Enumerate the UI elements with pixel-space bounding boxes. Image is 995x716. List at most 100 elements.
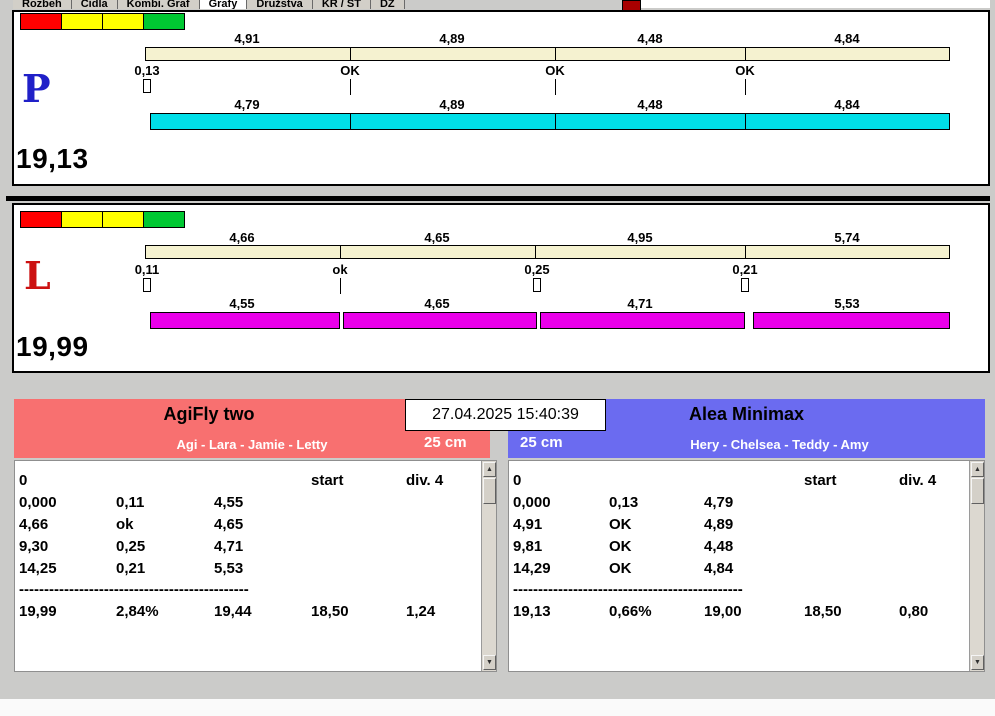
table-cell: 0,80 xyxy=(899,603,929,620)
lane-p-marker: OK xyxy=(735,63,755,78)
tab-cidla[interactable]: Cidla xyxy=(70,0,118,9)
table-cell: 9,30 xyxy=(19,538,49,555)
panel-divider xyxy=(6,196,990,201)
lane-l-split-value: 5,74 xyxy=(834,230,860,245)
table-cell: 9,81 xyxy=(513,538,543,555)
traffic-yellow-cell xyxy=(102,211,144,228)
table-cell: 0,11 xyxy=(116,494,145,511)
tab-kombi-graf[interactable]: Kombi. Graf xyxy=(116,0,200,9)
table-cell: 4,55 xyxy=(214,494,244,511)
lane-l-run-value: 4,65 xyxy=(424,296,450,311)
lane-l-marker: 0,11 xyxy=(134,262,160,277)
table-cell: 4,89 xyxy=(704,516,734,533)
lane-l-fault-mark xyxy=(533,278,541,292)
lane-p-run-value: 4,89 xyxy=(439,97,465,112)
table-cell: ok xyxy=(116,516,134,533)
timestamp: 27.04.2025 15:40:39 xyxy=(405,399,606,431)
tick-mark xyxy=(745,79,746,95)
scroll-down-icon[interactable]: ▼ xyxy=(971,655,984,670)
table-cell: 5,53 xyxy=(214,560,244,577)
team-right-category: 25 cm xyxy=(520,434,563,451)
table-cell: 19,99 xyxy=(19,603,57,620)
traffic-yellow-cell xyxy=(61,211,103,228)
lane-l-fault-mark xyxy=(143,278,151,292)
team-right-members: Hery - Chelsea - Teddy - Amy xyxy=(690,437,869,452)
lane-p-panel: 4,91 4,89 4,48 4,84 0,13 OK OK OK 4,79 4… xyxy=(12,10,990,186)
bar-divider xyxy=(555,114,556,129)
traffic-yellow-cell xyxy=(102,13,144,30)
lane-l-split-value: 4,66 xyxy=(229,230,255,245)
lane-p-split-value: 4,48 xyxy=(637,31,663,46)
tab-grafy[interactable]: Grafy xyxy=(198,0,248,9)
bottom-strip xyxy=(0,699,995,716)
table-cell: OK xyxy=(609,538,632,555)
table-cell: 18,50 xyxy=(804,603,842,620)
table-cell: 4,66 xyxy=(19,516,49,533)
table-cell: 4,71 xyxy=(214,538,244,555)
tab-dz[interactable]: DZ xyxy=(369,0,405,9)
vertical-scrollbar[interactable]: ▲ ▼ xyxy=(481,461,496,671)
lane-l-run-value: 4,71 xyxy=(627,296,653,311)
tab-kr-st[interactable]: KR / ST xyxy=(311,0,371,9)
table-cell: 2,84% xyxy=(116,603,159,620)
team-left-category: 25 cm xyxy=(424,434,467,451)
bar-divider xyxy=(350,114,351,129)
lane-l-marker: ok xyxy=(332,262,348,277)
lane-l-marker: 0,25 xyxy=(524,262,550,277)
lane-p-marker: OK xyxy=(545,63,565,78)
table-cell: div. 4 xyxy=(406,472,444,489)
tick-mark xyxy=(350,79,351,95)
team-left-members: Agi - Lara - Jamie - Letty xyxy=(176,437,328,452)
lane-l-panel: 4,66 4,65 4,95 5,74 0,11 ok 0,25 0,21 4,… xyxy=(12,203,990,373)
table-cell: OK xyxy=(609,560,632,577)
table-cell: 0,25 xyxy=(116,538,146,555)
traffic-red-cell xyxy=(20,13,62,30)
table-cell: start xyxy=(804,472,837,489)
table-cell: 4,91 xyxy=(513,516,543,533)
table-cell: OK xyxy=(609,516,632,533)
lane-l-letter: L xyxy=(24,253,51,298)
lane-l-run-value: 4,55 xyxy=(229,296,255,311)
scrollbar-thumb[interactable] xyxy=(483,478,496,504)
table-cell: 0,000 xyxy=(19,494,57,511)
lane-l-run-value: 5,53 xyxy=(834,296,860,311)
tab-druzstva[interactable]: Družstva xyxy=(246,0,313,9)
bar-divider xyxy=(350,48,351,60)
bar-divider xyxy=(745,114,746,129)
tick-mark xyxy=(555,79,556,95)
lane-p-run-bar xyxy=(150,113,950,130)
scrollbar-thumb[interactable] xyxy=(971,478,984,504)
lane-l-run-bar-segment xyxy=(150,312,340,329)
table-cell: 4,84 xyxy=(704,560,734,577)
lane-l-split-value: 4,65 xyxy=(424,230,450,245)
table-cell: 14,29 xyxy=(513,560,551,577)
lane-l-run-bar-segment xyxy=(540,312,745,329)
team-left-name: AgiFly two xyxy=(163,404,255,424)
lane-p-run-value: 4,84 xyxy=(834,97,860,112)
traffic-green-cell xyxy=(143,13,185,30)
tab-rozbeh[interactable]: Rozbeh xyxy=(13,0,72,9)
tick-mark xyxy=(340,278,341,294)
scroll-up-icon[interactable]: ▲ xyxy=(483,462,496,477)
bar-divider xyxy=(555,48,556,60)
top-white-strip xyxy=(641,0,990,8)
traffic-green-cell xyxy=(143,211,185,228)
lane-p-run-value: 4,48 xyxy=(637,97,663,112)
scroll-up-icon[interactable]: ▲ xyxy=(971,462,984,477)
bar-divider xyxy=(340,246,341,258)
table-cell: 0 xyxy=(19,472,28,489)
lane-p-split-value: 4,89 xyxy=(439,31,465,46)
table-cell: 1,24 xyxy=(406,603,436,620)
lane-l-scale-bar xyxy=(145,245,950,259)
tab-bar: Rozbeh Cidla Kombi. Graf Grafy Družstva … xyxy=(13,0,405,9)
vertical-scrollbar[interactable]: ▲ ▼ xyxy=(969,461,984,671)
lane-p-start-mark xyxy=(143,79,151,93)
table-cell: 14,25 xyxy=(19,560,57,577)
lane-p-run-value: 4,79 xyxy=(234,97,260,112)
lane-p-split-value: 4,91 xyxy=(234,31,260,46)
traffic-light-p xyxy=(20,13,185,30)
traffic-yellow-cell xyxy=(61,13,103,30)
lane-p-total: 19,13 xyxy=(16,143,89,174)
team-right-results-table: 0 start div. 4 0,000 0,13 4,79 4,91 OK 4… xyxy=(508,460,985,672)
scroll-down-icon[interactable]: ▼ xyxy=(483,655,496,670)
